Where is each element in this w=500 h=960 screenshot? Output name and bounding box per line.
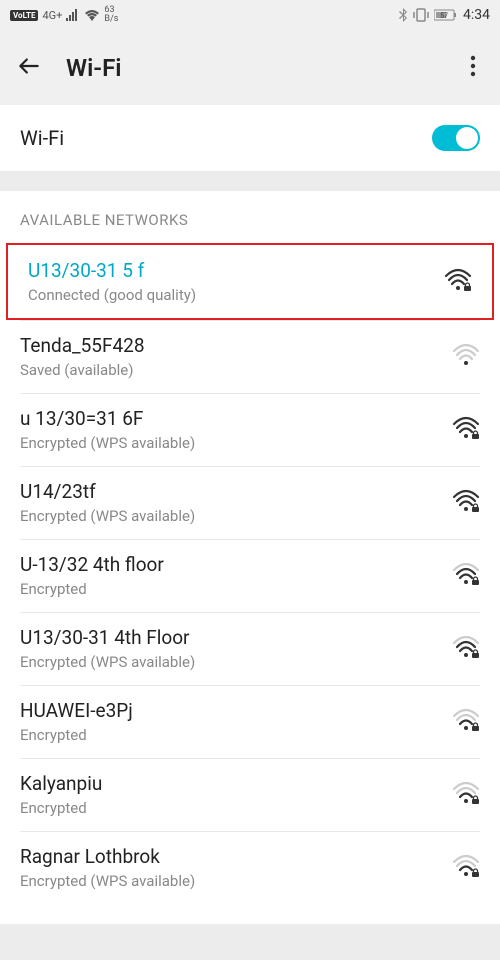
network-info: U13/30-31 5 f Connected (good quality) <box>28 259 444 304</box>
networks-list: AVAILABLE NETWORKS U13/30-31 5 f Connect… <box>0 191 500 924</box>
network-info: Tenda_55F428 Saved (available) <box>20 334 452 379</box>
signal-bars-icon <box>66 9 80 21</box>
network-row[interactable]: HUAWEI-e3Pj Encrypted <box>0 685 500 758</box>
network-row[interactable]: U13/30-31 4th Floor Encrypted (WPS avail… <box>0 612 500 685</box>
network-status: Encrypted (WPS available) <box>20 653 452 671</box>
wifi-status-icon <box>84 9 100 21</box>
more-vertical-icon <box>470 55 476 77</box>
network-status: Encrypted (WPS available) <box>20 434 452 452</box>
network-status: Encrypted <box>20 799 452 817</box>
network-info: HUAWEI-e3Pj Encrypted <box>20 699 452 744</box>
network-name: U13/30-31 4th Floor <box>20 626 452 649</box>
network-info: U-13/32 4th floor Encrypted <box>20 553 452 598</box>
wifi-signal-icon <box>452 781 480 809</box>
network-row[interactable]: U13/30-31 5 f Connected (good quality) <box>6 243 494 320</box>
page-title: Wi-Fi <box>66 54 462 82</box>
status-time: 4:34 <box>463 7 490 23</box>
wifi-signal-icon <box>444 268 472 296</box>
network-row[interactable]: U14/23tf Encrypted (WPS available) <box>0 466 500 539</box>
network-row[interactable]: Kalyanpiu Encrypted <box>0 758 500 831</box>
wifi-toggle-row: Wi-Fi <box>0 105 500 171</box>
back-button[interactable] <box>16 53 42 83</box>
wifi-signal-icon <box>452 416 480 444</box>
wifi-toggle[interactable] <box>432 125 480 151</box>
network-status: Encrypted <box>20 726 452 744</box>
signal-type: 4G+ <box>42 9 62 22</box>
wifi-signal-icon <box>452 343 480 371</box>
network-name: U14/23tf <box>20 480 452 503</box>
vibrate-icon <box>413 8 429 22</box>
network-name: u 13/30=31 6F <box>20 407 452 430</box>
app-header: Wi-Fi <box>0 30 500 105</box>
battery-icon: 57 <box>434 9 458 21</box>
network-name: U-13/32 4th floor <box>20 553 452 576</box>
network-status: Connected (good quality) <box>28 286 444 304</box>
network-status: Encrypted (WPS available) <box>20 507 452 525</box>
network-status: Saved (available) <box>20 361 452 379</box>
network-info: Kalyanpiu Encrypted <box>20 772 452 817</box>
network-row[interactable]: Ragnar Lothbrok Encrypted (WPS available… <box>0 831 500 904</box>
network-name: Ragnar Lothbrok <box>20 845 452 868</box>
arrow-left-icon <box>16 53 42 79</box>
status-bar: VoLTE 4G+ 63 B/s 57 4:34 <box>0 0 500 30</box>
network-info: Ragnar Lothbrok Encrypted (WPS available… <box>20 845 452 890</box>
network-row[interactable]: Tenda_55F428 Saved (available) <box>0 320 500 393</box>
network-name: U13/30-31 5 f <box>28 259 444 282</box>
speed-unit: B/s <box>104 15 118 24</box>
network-info: u 13/30=31 6F Encrypted (WPS available) <box>20 407 452 452</box>
bluetooth-icon <box>398 8 408 22</box>
wifi-signal-icon <box>452 489 480 517</box>
svg-text:57: 57 <box>440 12 448 20</box>
section-header: AVAILABLE NETWORKS <box>0 191 500 243</box>
wifi-signal-icon <box>452 562 480 590</box>
wifi-toggle-label: Wi-Fi <box>20 126 64 150</box>
network-status: Encrypted <box>20 580 452 598</box>
overflow-menu-button[interactable] <box>462 47 484 89</box>
wifi-signal-icon <box>452 635 480 663</box>
wifi-signal-icon <box>452 708 480 736</box>
network-name: Kalyanpiu <box>20 772 452 795</box>
network-row[interactable]: u 13/30=31 6F Encrypted (WPS available) <box>0 393 500 466</box>
network-info: U14/23tf Encrypted (WPS available) <box>20 480 452 525</box>
network-name: HUAWEI-e3Pj <box>20 699 452 722</box>
volte-badge: VoLTE <box>10 10 38 21</box>
network-status: Encrypted (WPS available) <box>20 872 452 890</box>
network-name: Tenda_55F428 <box>20 334 452 357</box>
network-row[interactable]: U-13/32 4th floor Encrypted <box>0 539 500 612</box>
network-info: U13/30-31 4th Floor Encrypted (WPS avail… <box>20 626 452 671</box>
wifi-signal-icon <box>452 854 480 882</box>
